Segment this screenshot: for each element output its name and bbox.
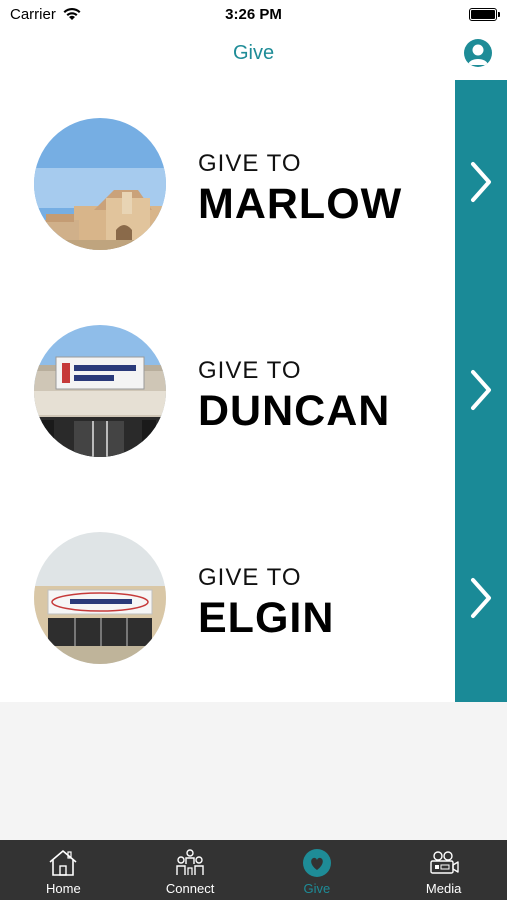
chevron-right-icon[interactable] (467, 576, 495, 620)
tab-label: Home (46, 881, 81, 896)
empty-area (0, 702, 507, 840)
give-to-label: GIVE TO (198, 357, 302, 384)
elgin-church-photo (34, 532, 166, 664)
status-right (347, 7, 500, 21)
profile-button[interactable] (464, 39, 492, 67)
tab-label: Media (425, 881, 462, 896)
tab-label: Connect (165, 881, 215, 896)
side-band (455, 80, 507, 702)
nav-bar: Give (0, 28, 507, 78)
chevron-right-icon[interactable] (467, 160, 495, 204)
give-text-duncan: GIVE TO DUNCAN (198, 357, 390, 436)
give-text-elgin: GIVE TO ELGIN (198, 564, 334, 643)
tab-label: Give (303, 881, 331, 896)
heart-icon (302, 849, 331, 877)
video-camera-icon (429, 851, 459, 874)
battery-icon (468, 7, 500, 21)
give-text-marlow: GIVE TO MARLOW (198, 150, 402, 229)
give-list: GIVE TO MARLOW GIVE TO DUNCAN GIVE TO EL… (0, 80, 507, 702)
tab-media[interactable]: Media (380, 840, 507, 900)
status-time: 3:26 PM (225, 5, 282, 23)
chevron-right-icon[interactable] (467, 368, 495, 412)
give-to-label: GIVE TO (198, 150, 302, 177)
home-icon (49, 850, 77, 876)
tab-bar: Home Connect Give Media (0, 840, 507, 900)
wifi-icon (63, 7, 81, 20)
give-row-duncan[interactable]: GIVE TO DUNCAN (0, 287, 507, 494)
give-row-elgin[interactable]: GIVE TO ELGIN (0, 494, 507, 701)
duncan-church-photo (34, 325, 166, 457)
tab-home[interactable]: Home (0, 840, 127, 900)
marlow-church-photo (34, 118, 166, 250)
tab-connect[interactable]: Connect (127, 840, 254, 900)
status-bar: Carrier 3:26 PM (0, 0, 507, 28)
give-row-marlow[interactable]: GIVE TO MARLOW (0, 80, 507, 287)
tab-give[interactable]: Give (254, 840, 381, 900)
status-left: Carrier (10, 6, 160, 23)
people-icon (176, 849, 204, 875)
location-name: DUNCAN (198, 387, 391, 435)
person-icon (468, 44, 488, 65)
carrier-label: Carrier (10, 5, 56, 23)
give-to-label: GIVE TO (198, 564, 302, 591)
location-name: MARLOW (198, 180, 403, 228)
page-title: Give (232, 41, 275, 64)
location-name: ELGIN (198, 594, 335, 642)
